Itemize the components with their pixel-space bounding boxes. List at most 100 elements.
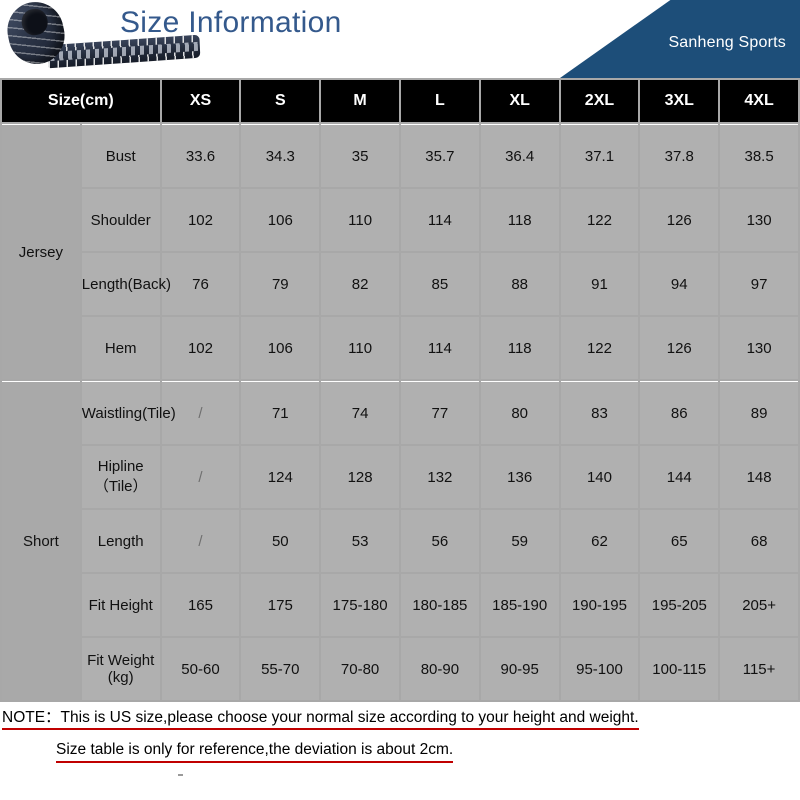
measurement-cell: 175 [241,574,320,636]
measurement-cell: 140 [560,446,639,508]
column-header-m: M [321,80,399,122]
column-header-3xl: 3XL [640,80,719,122]
size-chart-table: Size(cm) XS S M L XL 2XL 3XL 4XL Jersey B… [0,78,800,702]
measurement-cell: 190-195 [560,574,639,636]
measurement-cell: 55-70 [241,638,320,700]
measurement-cell: 86 [640,381,719,444]
measurement-cell: 97 [720,253,798,315]
measurement-cell: 118 [480,189,559,251]
measurement-cell: 88 [480,253,559,315]
measurement-cell: 71 [241,381,320,444]
note-line-1: NOTE：This is US size,please choose your … [0,708,800,731]
column-header-4xl: 4XL [720,80,798,122]
column-header-xl: XL [480,80,559,122]
measurement-cell: 91 [560,253,639,315]
measurement-cell: 89 [720,381,798,444]
measurement-cell: 83 [560,381,639,444]
table-row: Fit Height 165 175 175-180 180-185 185-190 190… [2,574,798,636]
column-header-l: L [400,80,479,122]
group-label-jersey: Jersey [2,124,80,379]
measurement-cell: 110 [321,189,399,251]
table-row: Length/50 53 56 59 62 65 68 [2,510,798,572]
brand-name: Sanheng Sports [668,34,786,51]
table-row: Fit Weight (kg) 50-60 55-70 70-80 80-90 90-95… [2,638,798,700]
column-header-xs: XS [161,80,240,122]
table-header: Size(cm) XS S M L XL 2XL 3XL 4XL [2,80,798,122]
measurement-cell: 35 [321,124,399,187]
measurement-cell: 34.3 [241,124,320,187]
notes-section: NOTE：This is US size,please choose your … [0,702,800,776]
measurement-cell: 106 [241,317,320,379]
table-row: Short Waistling(Tile)/71 74 77 80 83 86 89 [2,381,798,700]
measurement-cell: 38.5 [720,124,798,187]
measurement-cell: 118 [480,317,559,379]
measurement-cell: 33.6 [161,124,240,187]
measurement-cell: 136 [480,446,559,508]
metric-label: Bust [81,124,160,187]
table-body: Jersey Bust 33.6 34.3 35 35.7 36.4 37.1 37.8 38.5… [2,124,798,700]
measurement-cell: 180-185 [400,574,479,636]
metric-label: Length(Back) [81,253,171,315]
measurement-cell: 50 [241,510,320,572]
measurement-cell: 126 [640,317,719,379]
measurement-cell: 126 [640,189,719,251]
measurement-cell: 132 [400,446,479,508]
measurement-cell: 106 [241,189,320,251]
measurement-cell: 124 [241,446,320,508]
group-label-short: Short [2,381,80,700]
metric-label: Fit Height [81,574,160,636]
measurement-cell: 90-95 [480,638,559,700]
measurement-cell: 68 [720,510,798,572]
measurement-cell: 114 [400,317,479,379]
measurement-cell: 80 [480,381,559,444]
measurement-cell: / [161,446,240,508]
measurement-cell: 80-90 [400,638,479,700]
measurement-cell: 76 [161,253,240,315]
measurement-cell: 95-100 [560,638,639,700]
measurement-cell: / [161,510,240,572]
table-row: Jersey Bust 33.6 34.3 35 35.7 36.4 37.1 37.8 38.5 [2,124,798,379]
artifact-speck [178,774,183,776]
measurement-cell: 100-115 [640,638,719,700]
note-line-1-text: NOTE：This is US size,please choose your … [2,708,639,731]
measurement-cell: 114 [400,189,479,251]
measurement-cell: 79 [241,253,320,315]
measurement-cell: 74 [321,381,399,444]
measurement-cell: 115+ [720,638,798,700]
measurement-cell: 53 [321,510,399,572]
column-header-s: S [241,80,320,122]
measurement-cell: 35.7 [400,124,479,187]
measurement-cell: 36.4 [480,124,559,187]
table-header-row: Size(cm) XS S M L XL 2XL 3XL 4XL [2,80,798,122]
note-line-2: Size table is only for reference,the dev… [0,740,800,763]
table-row: Length(Back) 76 79 82 85 88 91 94 97 [2,253,798,315]
measurement-cell: 94 [640,253,719,315]
table-row: Hem 102 106 110 114 118 122 126 130 [2,317,798,379]
column-header-2xl: 2XL [560,80,639,122]
measurement-cell: 122 [560,317,639,379]
measurement-cell: 128 [321,446,399,508]
measurement-cell: 37.8 [640,124,719,187]
page-title: Size Information [120,6,342,39]
measurement-cell: 130 [720,189,798,251]
measurement-cell: 59 [480,510,559,572]
table-row: Shoulder 102 106 110 114 118 122 126 130 [2,189,798,251]
measurement-cell: 130 [720,317,798,379]
measurement-cell: 70-80 [321,638,399,700]
column-header-size: Size(cm) [2,80,160,122]
measurement-cell: 102 [161,317,240,379]
page-banner: Sanheng Sports Size Information [0,0,800,78]
measurement-cell: 62 [560,510,639,572]
measurement-cell: 185-190 [480,574,559,636]
measurement-cell: 82 [321,253,399,315]
measurement-cell: 65 [640,510,719,572]
table-row: Hipline（Tile）/124 128 132 136 140 144 148 [2,446,798,508]
measurement-cell: 165 [161,574,240,636]
note-line-2-text: Size table is only for reference,the dev… [56,740,454,763]
measurement-cell: 102 [161,189,240,251]
measurement-cell: 77 [400,381,479,444]
measurement-cell: 56 [400,510,479,572]
measurement-cell: 110 [321,317,399,379]
measurement-cell: 37.1 [560,124,639,187]
metric-label: Hipline（Tile） [81,446,160,508]
